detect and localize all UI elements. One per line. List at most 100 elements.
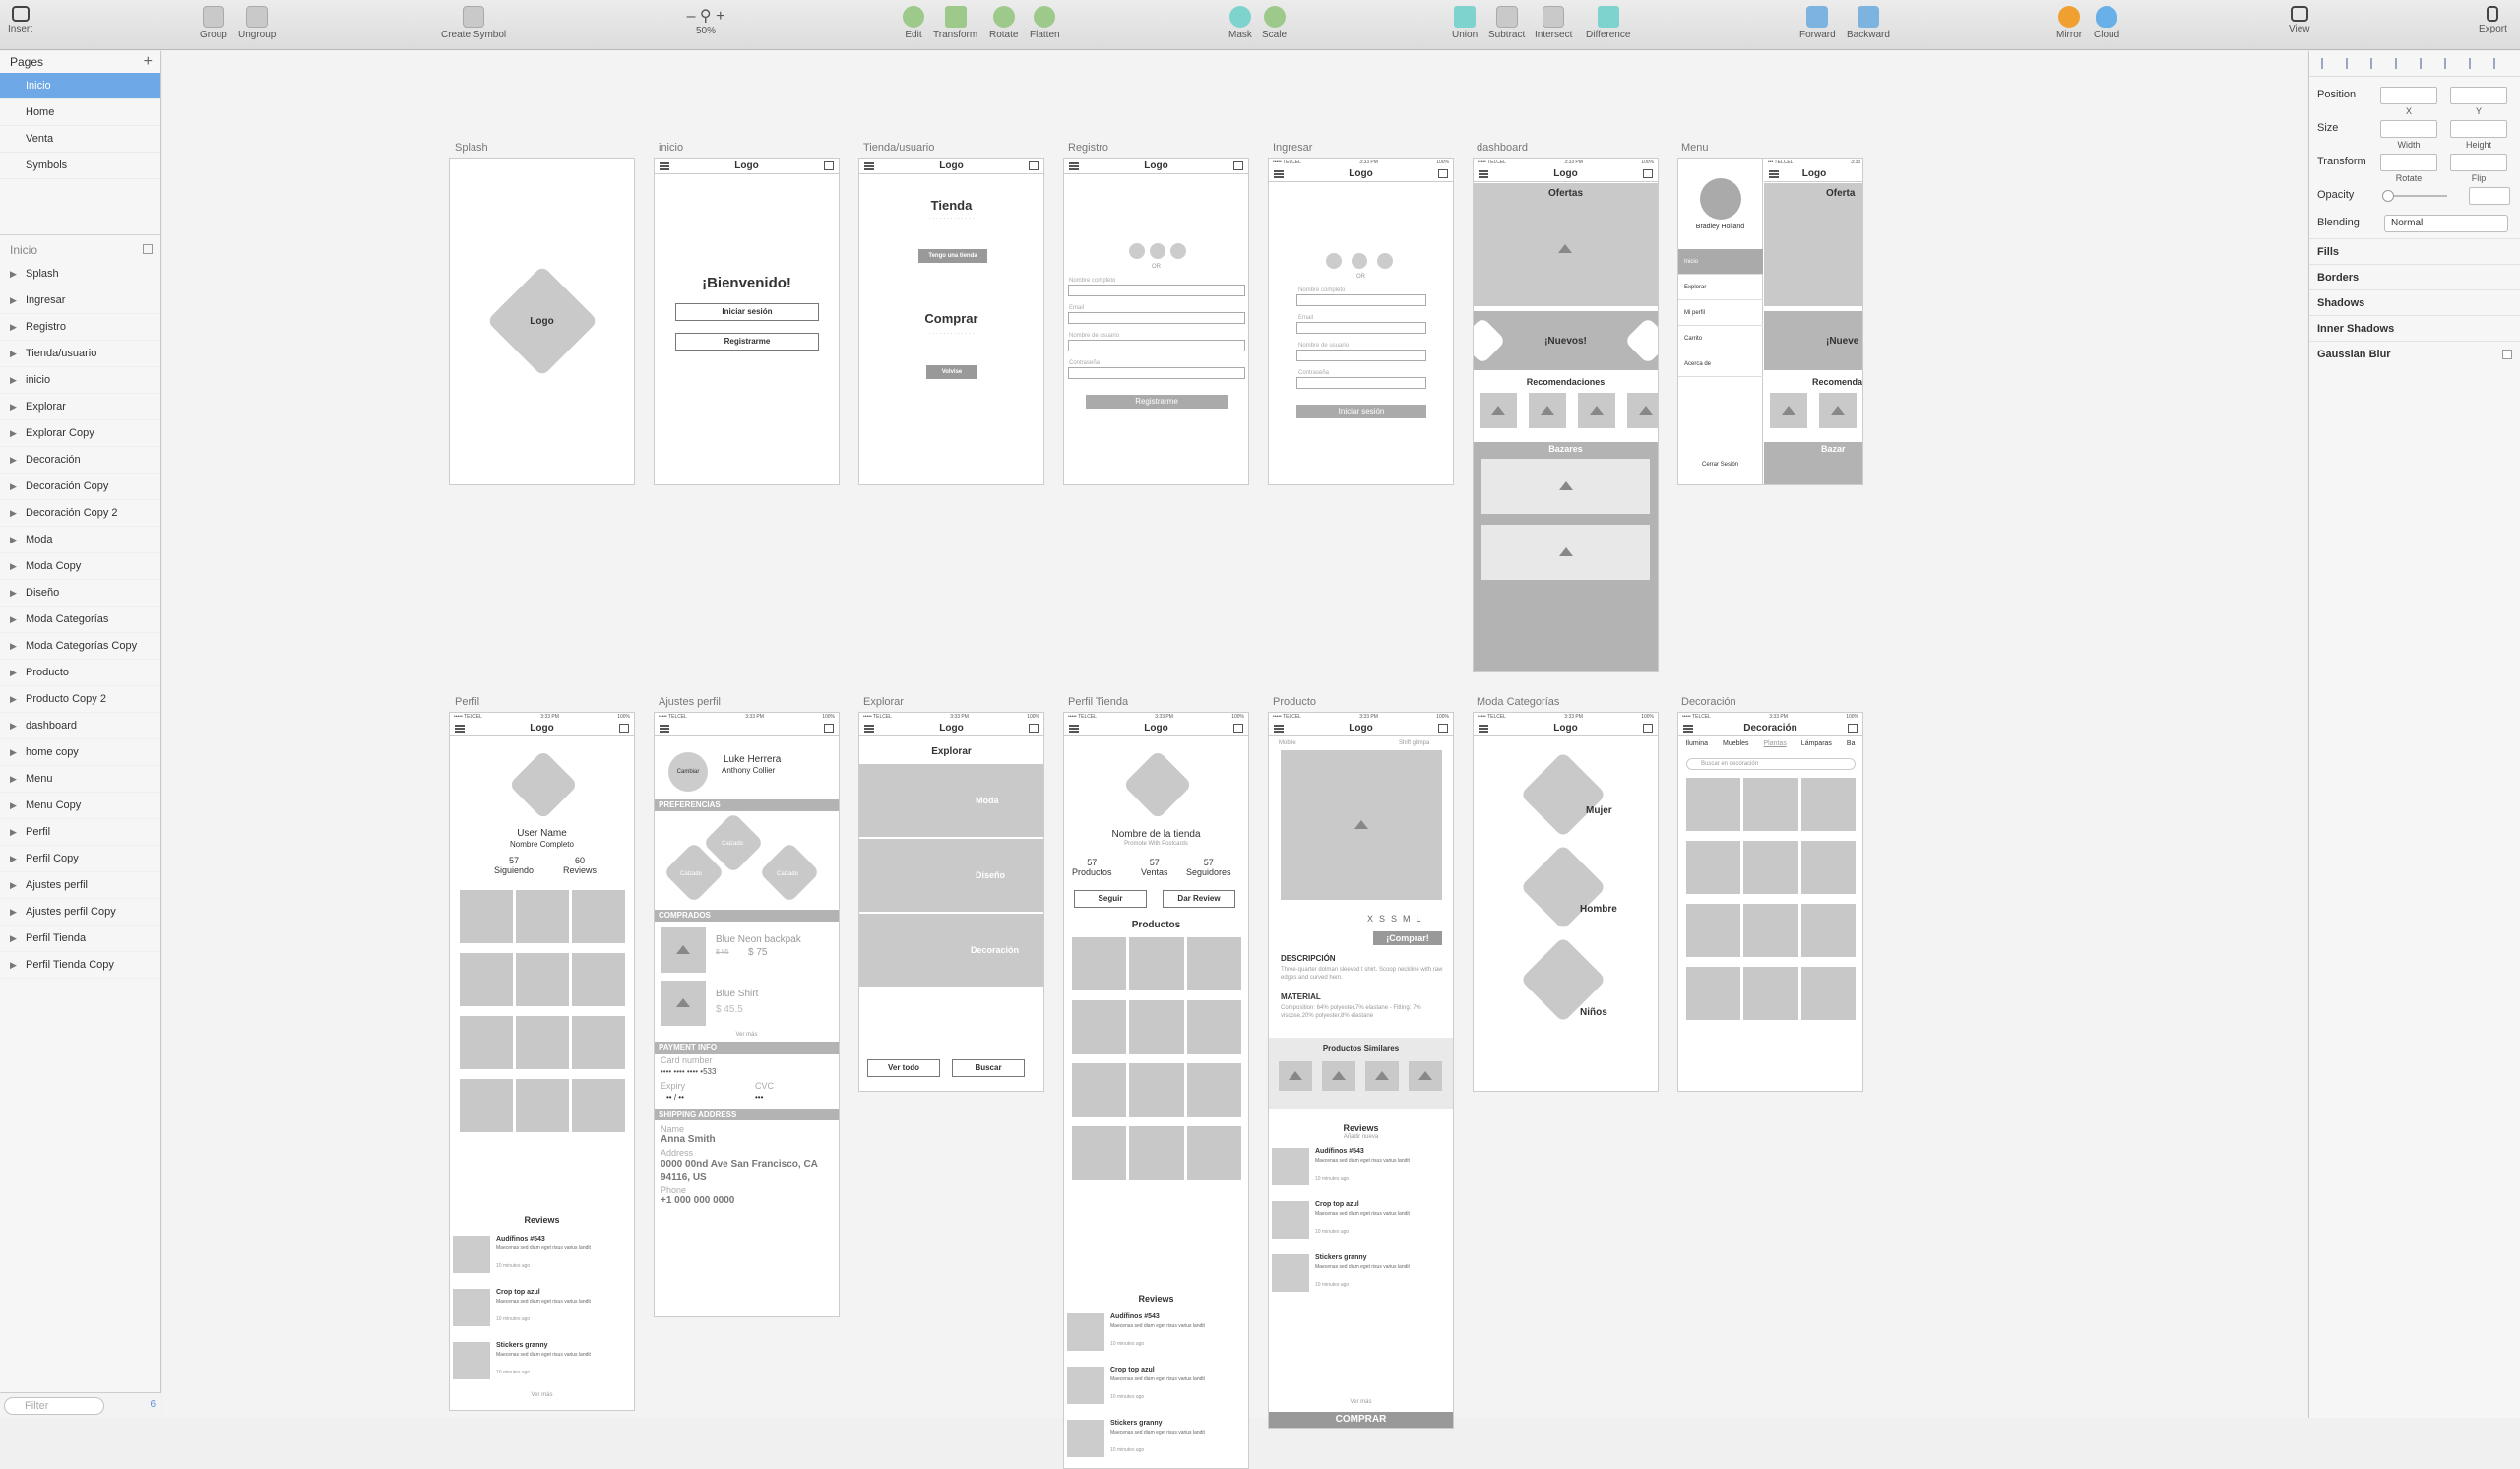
review-item[interactable]: Crop top azul Maecenas sed diam eget risu… (453, 1285, 630, 1328)
disclosure-icon[interactable]: ▶ (10, 872, 17, 899)
align-center-icon[interactable] (2346, 58, 2360, 69)
layer-item[interactable]: ▶ Perfil Tienda Copy (0, 952, 160, 979)
artboard-decoracion[interactable]: ••••• TELCEL 3:33 PM 100% Decoración Ilumi… (1677, 712, 1863, 1092)
facebook-icon[interactable] (1129, 243, 1145, 259)
collapse-icon[interactable] (143, 244, 153, 254)
artboard-moda-categorias[interactable]: ••••• TELCEL 3:33 PM 100% Logo Mujer Hombr… (1473, 712, 1659, 1092)
layer-item[interactable]: ▶ Moda Categorías Copy (0, 633, 160, 660)
blending-select[interactable]: Normal (2384, 215, 2508, 232)
disclosure-icon[interactable]: ▶ (10, 819, 17, 846)
artboard-ingresar[interactable]: ••••• TELCEL 3:33 PM 100% Logo OR Nombre c… (1268, 158, 1454, 485)
distribute-h-icon[interactable] (2469, 58, 2483, 69)
disclosure-icon[interactable]: ▶ (10, 926, 17, 952)
layer-item[interactable]: ▶ Decoración Copy (0, 474, 160, 500)
review-item[interactable]: Audífinos #543 Maecenas sed diam eget ris… (453, 1232, 630, 1275)
layer-item[interactable]: ▶ dashboard (0, 713, 160, 739)
google-icon[interactable] (1170, 243, 1186, 259)
edit-button[interactable]: Edit (903, 6, 924, 40)
artboard-tienda[interactable]: Logo Tienda · · · · · · · · · · · · · Te… (858, 158, 1044, 485)
disclosure-icon[interactable]: ▶ (10, 739, 17, 766)
artboard-producto[interactable]: ••••• TELCEL 3:33 PM 100% Logo Mobile Shif… (1268, 712, 1454, 1429)
disclosure-icon[interactable]: ▶ (10, 447, 17, 474)
disclosure-icon[interactable]: ▶ (10, 500, 17, 527)
export-button[interactable]: Export (2479, 6, 2507, 34)
layer-item[interactable]: ▶ Producto (0, 660, 160, 686)
disclosure-icon[interactable]: ▶ (10, 793, 17, 819)
group-button[interactable]: Group (200, 6, 227, 40)
blur-checkbox[interactable] (2502, 350, 2512, 359)
menu-item[interactable]: Mi perfil (1678, 300, 1763, 326)
shadows-header[interactable]: Shadows (2309, 289, 2520, 315)
artboard-title[interactable]: Splash (455, 142, 488, 154)
layer-item[interactable]: ▶ Splash (0, 261, 160, 287)
ungroup-button[interactable]: Ungroup (238, 6, 276, 40)
layer-item[interactable]: ▶ Moda Categorías (0, 607, 160, 633)
disclosure-icon[interactable]: ▶ (10, 766, 17, 793)
artboard-registro[interactable]: Logo OR Nombre completo Email Nombre de … (1063, 158, 1249, 485)
layer-item[interactable]: ▶ Menu Copy (0, 793, 160, 819)
layer-item[interactable]: ▶ Producto Copy 2 (0, 686, 160, 713)
mask-button[interactable]: Mask (1228, 6, 1252, 40)
profile-photo[interactable] (508, 749, 579, 820)
layer-item[interactable]: ▶ Decoración Copy 2 (0, 500, 160, 527)
scale-button[interactable]: Scale (1262, 6, 1287, 40)
height-field[interactable] (2450, 120, 2507, 138)
layer-item[interactable]: ▶ Ajustes perfil Copy (0, 899, 160, 926)
disclosure-icon[interactable]: ▶ (10, 553, 17, 580)
twitter-icon[interactable] (1150, 243, 1166, 259)
layer-item[interactable]: ▶ inicio (0, 367, 160, 394)
layer-item[interactable]: ▶ home copy (0, 739, 160, 766)
artboard-dashboard[interactable]: ••••• TELCEL 3:33 PM 100% Logo Ofertas ¡Nu… (1473, 158, 1659, 672)
review-item[interactable]: Stickers granny Maecenas sed diam eget ri… (453, 1338, 630, 1381)
disclosure-icon[interactable]: ▶ (10, 633, 17, 660)
width-field[interactable] (2380, 120, 2437, 138)
disclosure-icon[interactable]: ▶ (10, 527, 17, 553)
page-item[interactable]: Home (0, 99, 160, 126)
zoom-control[interactable]: – ⚲ +50% (679, 6, 732, 36)
filter-input[interactable]: Filter (4, 1397, 104, 1415)
disclosure-icon[interactable]: ▶ (10, 314, 17, 341)
cloud-button[interactable]: Cloud (2094, 6, 2119, 40)
disclosure-icon[interactable]: ▶ (10, 394, 17, 420)
page-item[interactable]: Symbols (0, 153, 160, 179)
artboard-perfil-tienda[interactable]: ••••• TELCEL 3:33 PM 100% Logo Nombre de l… (1063, 712, 1249, 1469)
gaussian-blur-header[interactable]: Gaussian Blur (2309, 341, 2520, 366)
page-item[interactable]: Venta (0, 126, 160, 153)
disclosure-icon[interactable]: ▶ (10, 899, 17, 926)
align-left-icon[interactable] (2321, 58, 2335, 69)
y-field[interactable] (2450, 87, 2507, 104)
layer-item[interactable]: ▶ Ajustes perfil (0, 872, 160, 899)
align-top-icon[interactable] (2395, 58, 2409, 69)
align-right-icon[interactable] (2370, 58, 2384, 69)
layer-item[interactable]: ▶ Decoración (0, 447, 160, 474)
insert-button[interactable]: Insert (8, 6, 32, 34)
search-input[interactable]: Buscar en decoración (1686, 758, 1856, 770)
rotate-field[interactable] (2380, 154, 2437, 171)
create-symbol-button[interactable]: Create Symbol (441, 6, 506, 40)
intersect-button[interactable]: Intersect (1535, 6, 1572, 40)
forward-button[interactable]: Forward (1799, 6, 1836, 40)
page-item[interactable]: Inicio (0, 73, 160, 99)
borders-header[interactable]: Borders (2309, 264, 2520, 289)
inner-shadows-header[interactable]: Inner Shadows (2309, 315, 2520, 341)
layer-item[interactable]: ▶ Menu (0, 766, 160, 793)
layer-item[interactable]: ▶ Explorar (0, 394, 160, 420)
backward-button[interactable]: Backward (1847, 6, 1890, 40)
disclosure-icon[interactable]: ▶ (10, 713, 17, 739)
disclosure-icon[interactable]: ▶ (10, 952, 17, 979)
layer-item[interactable]: ▶ Moda Copy (0, 553, 160, 580)
layer-item[interactable]: ▶ Perfil Tienda (0, 926, 160, 952)
artboard-menu[interactable]: Bradley Holland Inicio Explorar Mi perfil C… (1677, 158, 1863, 485)
view-button[interactable]: View (2289, 6, 2310, 34)
menu-item[interactable]: Carrito (1678, 326, 1763, 351)
artboard-perfil[interactable]: ••••• TELCEL 3:33 PM 100% Logo User Name N… (449, 712, 635, 1411)
disclosure-icon[interactable]: ▶ (10, 580, 17, 607)
layer-item[interactable]: ▶ Perfil Copy (0, 846, 160, 872)
category-tabs[interactable]: Ilumina Muebles Plantas Lámparas Ba (1678, 740, 1862, 747)
mirror-button[interactable]: Mirror (2056, 6, 2082, 40)
layer-item[interactable]: ▶ Perfil (0, 819, 160, 846)
layer-item[interactable]: ▶ Diseño (0, 580, 160, 607)
difference-button[interactable]: Difference (1586, 6, 1630, 40)
distribute-v-icon[interactable] (2493, 58, 2507, 69)
flatten-button[interactable]: Flatten (1030, 6, 1060, 40)
